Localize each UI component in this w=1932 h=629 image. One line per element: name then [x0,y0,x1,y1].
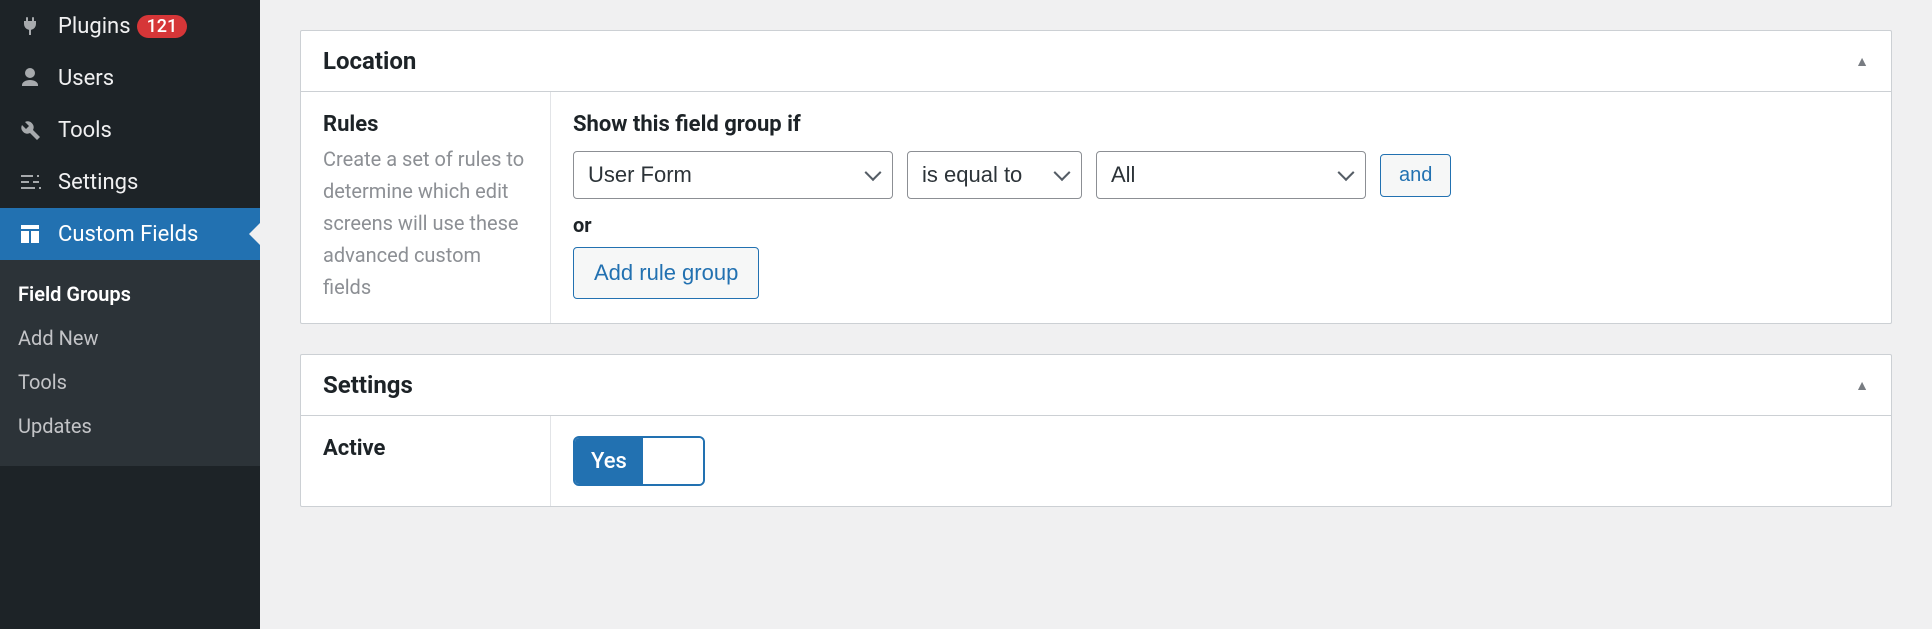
sidebar-item-label: Settings [58,170,138,195]
rule-operator-wrap: is equal to [907,151,1082,199]
submenu-item-add-new[interactable]: Add New [0,316,260,360]
show-if-label: Show this field group if [573,112,1869,137]
caret-up-icon[interactable]: ▲ [1855,377,1869,394]
rule-param-wrap: User Form [573,151,893,199]
settings-header[interactable]: Settings ▲ [301,355,1891,416]
location-left-col: Rules Create a set of rules to determine… [301,92,551,323]
settings-postbox: Settings ▲ Active Yes [300,354,1892,507]
active-toggle[interactable]: Yes [573,436,705,486]
sidebar-item-tools[interactable]: Tools [0,104,260,156]
layout-icon [16,220,44,248]
location-header[interactable]: Location ▲ [301,31,1891,92]
add-rule-group-button[interactable]: Add rule group [573,247,759,299]
caret-up-icon[interactable]: ▲ [1855,53,1869,70]
settings-body: Active Yes [301,416,1891,506]
plug-icon [16,12,44,40]
rule-operator-select[interactable]: is equal to [907,151,1082,199]
location-body: Rules Create a set of rules to determine… [301,92,1891,323]
rule-value-select[interactable]: All [1096,151,1366,199]
main-content: Location ▲ Rules Create a set of rules t… [260,0,1932,629]
submenu-item-field-groups[interactable]: Field Groups [0,272,260,316]
sidebar-item-label: Tools [58,118,112,143]
wrench-icon [16,116,44,144]
sidebar-item-plugins[interactable]: Plugins 121 [0,0,260,52]
active-label: Active [323,436,528,461]
sidebar-item-label: Users [58,66,114,91]
sliders-icon [16,168,44,196]
and-button[interactable]: and [1380,154,1451,197]
toggle-on-label: Yes [575,438,643,484]
sidebar-item-label: Plugins [58,14,131,39]
sidebar-item-custom-fields[interactable]: Custom Fields [0,208,260,260]
rules-heading: Rules [323,112,528,137]
sidebar-item-label: Custom Fields [58,222,198,247]
admin-sidebar: Plugins 121 Users Tools Settings Custom … [0,0,260,629]
location-postbox: Location ▲ Rules Create a set of rules t… [300,30,1892,324]
settings-title: Settings [323,371,413,399]
sidebar-submenu: Field Groups Add New Tools Updates [0,260,260,466]
user-icon [16,64,44,92]
settings-left-col: Active [301,416,551,506]
rules-description: Create a set of rules to determine which… [323,143,528,303]
settings-right-col: Yes [551,416,1891,506]
sidebar-item-users[interactable]: Users [0,52,260,104]
or-label: or [573,213,1869,237]
submenu-item-tools[interactable]: Tools [0,360,260,404]
toggle-handle [643,438,703,484]
rule-value-wrap: All [1096,151,1366,199]
location-title: Location [323,47,416,75]
plugins-update-badge: 121 [137,15,188,38]
rule-param-select[interactable]: User Form [573,151,893,199]
sidebar-item-settings[interactable]: Settings [0,156,260,208]
location-right-col: Show this field group if User Form is eq… [551,92,1891,323]
submenu-item-updates[interactable]: Updates [0,404,260,448]
rule-row: User Form is equal to All and [573,151,1869,199]
